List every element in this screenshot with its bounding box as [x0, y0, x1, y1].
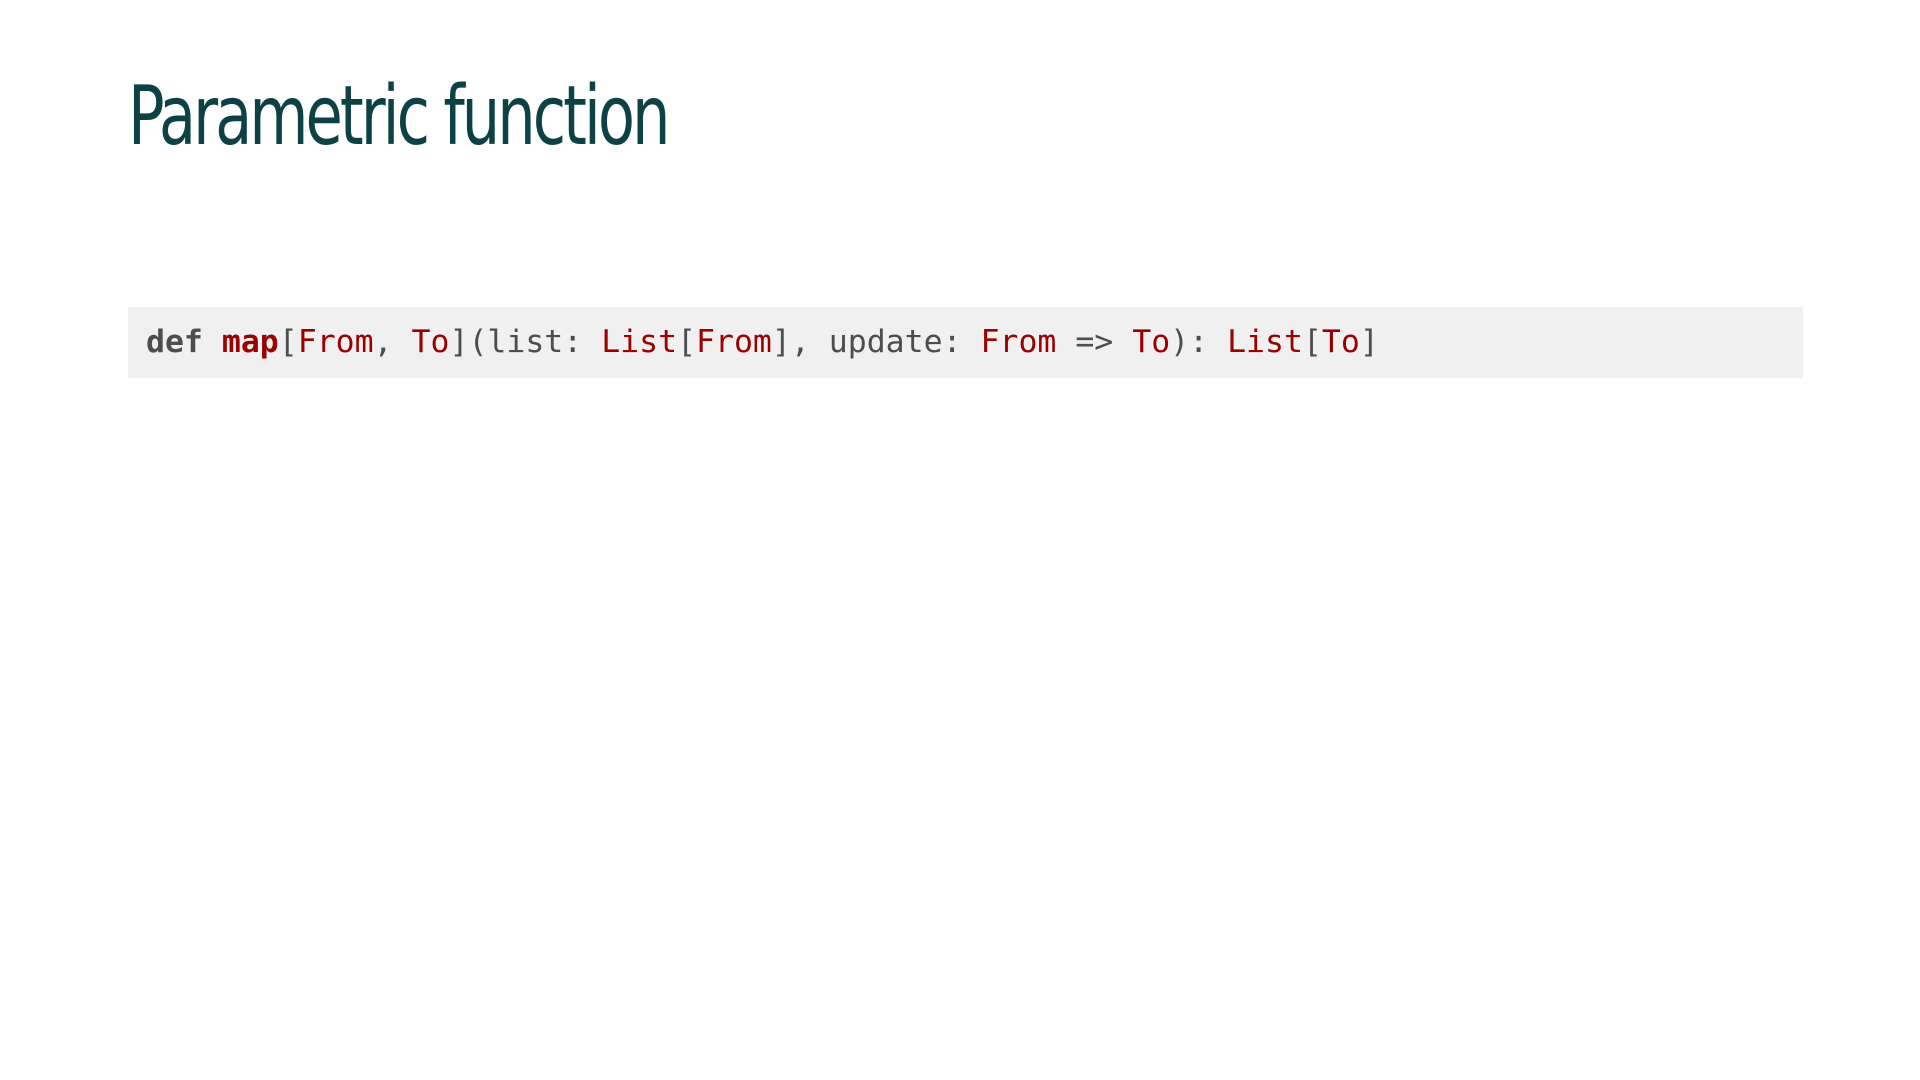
code-token-operator: =>: [1056, 323, 1133, 360]
code-token-punctuation: ]: [1359, 323, 1379, 360]
slide: Parametric function def map[From, To](li…: [0, 0, 1920, 1080]
code-token-type: To: [1321, 323, 1360, 360]
code-token-punctuation: ,: [373, 323, 412, 360]
code-line: def map[From, To](list: List[From], upda…: [146, 323, 1379, 360]
code-token-punctuation: [: [278, 323, 298, 360]
code-token-punctuation: [: [677, 323, 697, 360]
code-block: def map[From, To](list: List[From], upda…: [128, 307, 1803, 378]
code-token-punctuation: [: [1302, 323, 1322, 360]
code-token-type: List: [601, 323, 678, 360]
code-token-punctuation: ):: [1170, 323, 1228, 360]
code-token-function-name: map: [221, 323, 279, 360]
code-token-type: From: [696, 323, 772, 360]
code-token-type: List: [1227, 323, 1303, 360]
code-token-keyword: def: [146, 323, 203, 360]
code-token-type: To: [1132, 323, 1171, 360]
code-token-type: From: [980, 323, 1057, 360]
code-token-type: From: [297, 323, 374, 360]
code-token-plain: ], update:: [771, 323, 981, 360]
code-token-plain: ](list:: [449, 323, 602, 360]
code-token-type: To: [411, 323, 450, 360]
slide-title: Parametric function: [128, 69, 670, 164]
